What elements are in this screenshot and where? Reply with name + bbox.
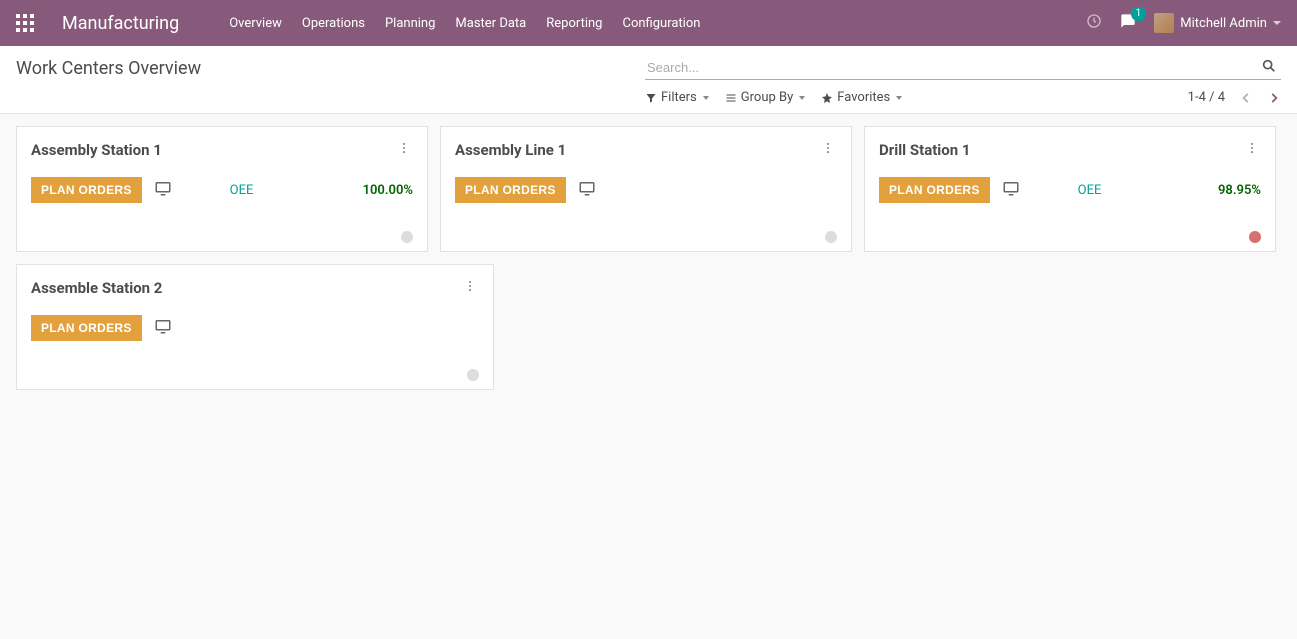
nav-configuration[interactable]: Configuration xyxy=(612,0,710,46)
pager-text[interactable]: 1-4 / 4 xyxy=(1188,90,1225,105)
oee-value: 100.00% xyxy=(363,183,413,198)
group-by-label: Group By xyxy=(741,90,794,105)
pager-next[interactable] xyxy=(1267,91,1281,105)
nav-planning[interactable]: Planning xyxy=(375,0,445,46)
tablet-icon[interactable] xyxy=(1002,179,1020,201)
card-menu-icon[interactable] xyxy=(461,277,479,299)
workcenter-card[interactable]: Assemble Station 2 PLAN ORDERS xyxy=(16,264,494,390)
tablet-icon[interactable] xyxy=(578,179,596,201)
apps-icon[interactable] xyxy=(16,14,34,32)
search-bar xyxy=(645,56,1281,80)
clock-icon[interactable] xyxy=(1086,13,1102,33)
nav-menu: Overview Operations Planning Master Data… xyxy=(219,0,710,46)
card-menu-icon[interactable] xyxy=(1243,139,1261,161)
chevron-down-icon xyxy=(1273,21,1281,25)
tablet-icon[interactable] xyxy=(154,317,172,339)
user-menu[interactable]: Mitchell Admin xyxy=(1154,13,1281,33)
filters-label: Filters xyxy=(661,90,697,105)
oee-label[interactable]: OEE xyxy=(230,183,254,198)
star-icon xyxy=(821,92,833,104)
message-count-badge: 1 xyxy=(1131,7,1147,21)
card-title: Assemble Station 2 xyxy=(31,279,162,297)
top-navbar: Manufacturing Overview Operations Planni… xyxy=(0,0,1297,46)
chevron-down-icon xyxy=(896,96,902,100)
nav-overview[interactable]: Overview xyxy=(219,0,292,46)
nav-master-data[interactable]: Master Data xyxy=(445,0,536,46)
card-title: Assembly Station 1 xyxy=(31,141,162,159)
oee-value: 98.95% xyxy=(1218,183,1261,198)
group-by-button[interactable]: Group By xyxy=(725,90,806,105)
page-title: Work Centers Overview xyxy=(16,58,201,79)
funnel-icon xyxy=(645,92,657,104)
pager: 1-4 / 4 xyxy=(1188,90,1281,105)
tablet-icon[interactable] xyxy=(154,179,172,201)
card-menu-icon[interactable] xyxy=(819,139,837,161)
nav-reporting[interactable]: Reporting xyxy=(536,0,612,46)
list-icon xyxy=(725,92,737,104)
avatar xyxy=(1154,13,1174,33)
filters-button[interactable]: Filters xyxy=(645,90,709,105)
search-input[interactable] xyxy=(645,56,1257,79)
workcenter-card[interactable]: Assembly Line 1 PLAN ORDERS xyxy=(440,126,852,252)
workcenter-card[interactable]: Drill Station 1 PLAN ORDERS OEE 98.95% xyxy=(864,126,1276,252)
plan-orders-button[interactable]: PLAN ORDERS xyxy=(31,315,142,341)
status-dot[interactable] xyxy=(401,231,413,243)
nav-operations[interactable]: Operations xyxy=(292,0,375,46)
plan-orders-button[interactable]: PLAN ORDERS xyxy=(455,177,566,203)
status-dot[interactable] xyxy=(825,231,837,243)
kanban-container: Assembly Station 1 PLAN ORDERS OEE 100.0… xyxy=(0,114,1297,402)
card-title: Drill Station 1 xyxy=(879,141,970,159)
card-title: Assembly Line 1 xyxy=(455,141,566,159)
plan-orders-button[interactable]: PLAN ORDERS xyxy=(879,177,990,203)
favorites-button[interactable]: Favorites xyxy=(821,90,902,105)
search-icon[interactable] xyxy=(1257,58,1281,78)
chevron-down-icon xyxy=(799,96,805,100)
status-dot[interactable] xyxy=(1249,231,1261,243)
favorites-label: Favorites xyxy=(837,90,890,105)
plan-orders-button[interactable]: PLAN ORDERS xyxy=(31,177,142,203)
user-name: Mitchell Admin xyxy=(1180,16,1267,31)
card-menu-icon[interactable] xyxy=(395,139,413,161)
app-brand[interactable]: Manufacturing xyxy=(62,13,179,34)
messaging-button[interactable]: 1 xyxy=(1120,13,1136,33)
control-panel: Work Centers Overview Filters Group By xyxy=(0,46,1297,114)
workcenter-card[interactable]: Assembly Station 1 PLAN ORDERS OEE 100.0… xyxy=(16,126,428,252)
pager-prev[interactable] xyxy=(1239,91,1253,105)
oee-label[interactable]: OEE xyxy=(1078,183,1102,198)
chevron-down-icon xyxy=(703,96,709,100)
status-dot[interactable] xyxy=(467,369,479,381)
